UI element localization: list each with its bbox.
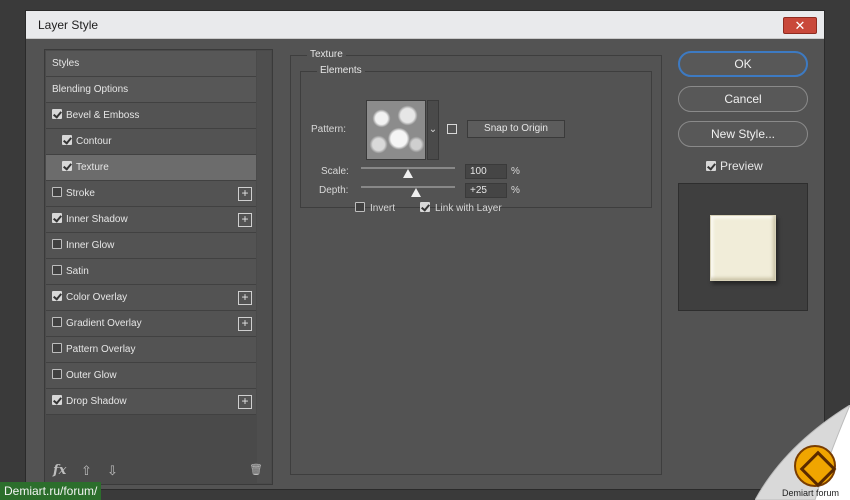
preview-checkbox-box[interactable] <box>706 161 716 171</box>
style-item-label: Blending Options <box>52 84 129 95</box>
elements-group: Elements Pattern: ⌄ Snap to Origin Scale… <box>300 65 652 214</box>
styles-footer: fx ⇧ ⇩ 🗑 <box>45 456 272 484</box>
dialog-title: Layer Style <box>38 18 99 32</box>
style-item-bevel-emboss[interactable]: Bevel & Emboss <box>46 103 256 129</box>
add-effect-icon[interactable]: + <box>238 395 252 409</box>
link-with-layer-label: Link with Layer <box>435 203 502 214</box>
style-item-contour[interactable]: Contour <box>46 129 256 155</box>
invert-checkbox[interactable]: Invert <box>355 202 395 214</box>
style-item-label: Inner Shadow <box>66 214 128 225</box>
style-item-texture[interactable]: Texture <box>46 155 256 181</box>
add-effect-icon[interactable]: + <box>238 291 252 305</box>
inner-glow-checkbox[interactable] <box>52 239 62 249</box>
invert-checkbox-box[interactable] <box>355 202 365 212</box>
pattern-dropdown-icon[interactable]: ⌄ <box>427 100 439 160</box>
style-item-color-overlay[interactable]: Color Overlay + <box>46 285 256 311</box>
demiart-logo <box>794 445 836 487</box>
add-effect-icon[interactable]: + <box>238 213 252 227</box>
style-item-label: Styles <box>52 58 80 69</box>
contour-checkbox[interactable] <box>62 135 72 145</box>
scale-slider-thumb[interactable] <box>403 169 413 178</box>
pattern-swatch[interactable] <box>366 100 426 160</box>
depth-unit: % <box>511 185 520 196</box>
style-item-blending-options[interactable]: Blending Options <box>46 77 256 103</box>
scale-unit: % <box>511 166 520 177</box>
style-item-inner-glow[interactable]: Inner Glow <box>46 233 256 259</box>
stroke-checkbox[interactable] <box>52 187 62 197</box>
pattern-overlay-checkbox[interactable] <box>52 343 62 353</box>
style-item-inner-shadow[interactable]: Inner Shadow + <box>46 207 256 233</box>
gradient-overlay-checkbox[interactable] <box>52 317 62 327</box>
new-preset-icon[interactable] <box>447 124 457 134</box>
satin-checkbox[interactable] <box>52 265 62 275</box>
watermark-caption: Demiart forum <box>782 488 840 498</box>
move-up-icon[interactable]: ⇧ <box>81 463 92 479</box>
add-effect-icon[interactable]: + <box>238 187 252 201</box>
style-item-pattern-overlay[interactable]: Pattern Overlay <box>46 337 256 363</box>
styles-list: Styles Blending Options Bevel & Emboss Cont… <box>46 51 256 415</box>
style-item-label: Outer Glow <box>66 370 117 381</box>
texture-checkbox[interactable] <box>62 161 72 171</box>
bevel-emboss-checkbox[interactable] <box>52 109 62 119</box>
link-with-layer-checkbox[interactable]: Link with Layer <box>420 202 502 214</box>
style-item-satin[interactable]: Satin <box>46 259 256 285</box>
move-down-icon[interactable]: ⇩ <box>107 463 118 479</box>
preview-label: Preview <box>720 159 763 173</box>
pattern-label: Pattern: <box>311 124 347 135</box>
style-item-label: Satin <box>66 266 89 277</box>
style-item-outer-glow[interactable]: Outer Glow <box>46 363 256 389</box>
style-item-label: Contour <box>76 136 112 147</box>
style-item-label: Inner Glow <box>66 240 115 251</box>
styles-panel: Styles Blending Options Bevel & Emboss Cont… <box>44 49 273 485</box>
title-bar: Layer Style ✕ <box>26 11 824 39</box>
styles-scrollbar[interactable] <box>257 51 271 483</box>
style-item-label: Bevel & Emboss <box>66 110 140 121</box>
ok-button[interactable]: OK <box>678 51 808 77</box>
depth-slider-track[interactable] <box>361 186 455 188</box>
new-style-button[interactable]: New Style... <box>678 121 808 147</box>
close-button[interactable]: ✕ <box>783 17 817 34</box>
watermark-url: Demiart.ru/forum/ <box>0 482 102 500</box>
add-effect-icon[interactable]: + <box>238 317 252 331</box>
style-item-label: Texture <box>76 162 109 173</box>
texture-panel: Texture Elements Pattern: ⌄ Snap to Orig… <box>290 49 662 475</box>
invert-label: Invert <box>370 203 396 214</box>
texture-group-title: Texture <box>307 49 346 60</box>
style-item-label: Stroke <box>66 188 95 199</box>
style-item-label: Pattern Overlay <box>66 344 136 355</box>
link-with-layer-checkbox-box[interactable] <box>420 202 430 212</box>
style-item-drop-shadow[interactable]: Drop Shadow + <box>46 389 256 415</box>
color-overlay-checkbox[interactable] <box>52 291 62 301</box>
style-item-label: Drop Shadow <box>66 396 127 407</box>
preview-tile <box>710 215 776 281</box>
style-item-stroke[interactable]: Stroke + <box>46 181 256 207</box>
preview-thumbnail <box>678 183 808 311</box>
drop-shadow-checkbox[interactable] <box>52 395 62 405</box>
style-item-label: Color Overlay <box>66 292 128 303</box>
depth-input[interactable]: +25 <box>465 183 507 198</box>
layer-style-dialog: Layer Style ✕ Styles Blending Options Beve… <box>25 10 825 490</box>
fx-icon[interactable]: fx <box>53 463 66 478</box>
style-item-gradient-overlay[interactable]: Gradient Overlay + <box>46 311 256 337</box>
style-item-styles[interactable]: Styles <box>46 51 256 77</box>
scale-label: Scale: <box>321 166 349 177</box>
elements-group-title: Elements <box>317 65 365 76</box>
cancel-button[interactable]: Cancel <box>678 86 808 112</box>
trash-icon[interactable]: 🗑 <box>249 463 263 476</box>
outer-glow-checkbox[interactable] <box>52 369 62 379</box>
preview-checkbox[interactable]: Preview <box>706 159 763 173</box>
style-item-label: Gradient Overlay <box>66 318 142 329</box>
snap-to-origin-button[interactable]: Snap to Origin <box>467 120 565 138</box>
depth-label: Depth: <box>319 185 349 196</box>
inner-shadow-checkbox[interactable] <box>52 213 62 223</box>
scale-input[interactable]: 100 <box>465 164 507 179</box>
depth-slider-thumb[interactable] <box>410 188 421 197</box>
